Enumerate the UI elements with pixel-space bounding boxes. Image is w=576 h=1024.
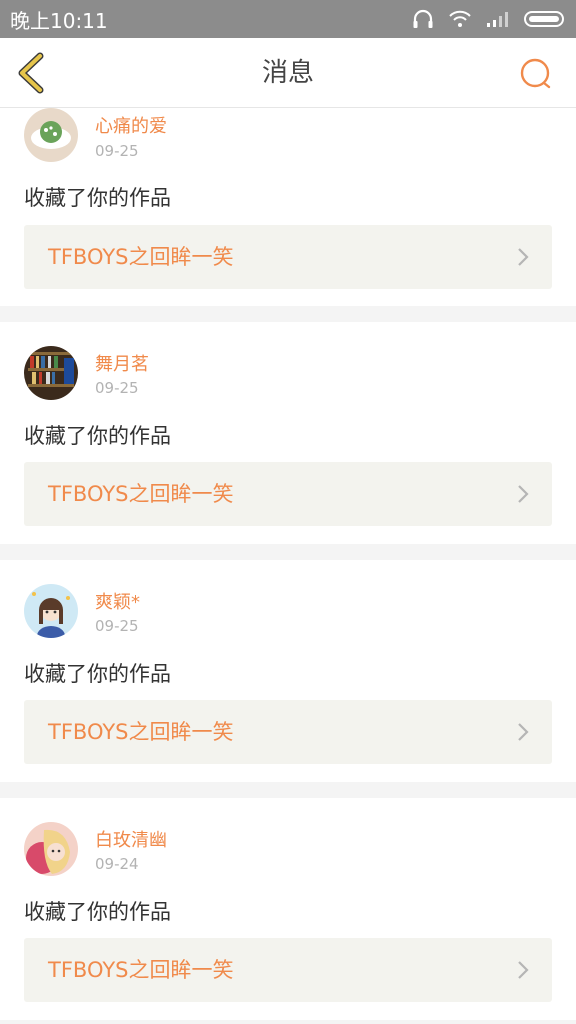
user-name[interactable]: 爽颖* [95, 588, 140, 614]
battery-icon [524, 11, 564, 27]
page-title: 消息 [261, 58, 314, 88]
user-name[interactable]: 心痛的爱 [95, 112, 167, 138]
wifi-icon [448, 10, 472, 28]
action-text: 收藏了你的作品 [24, 186, 171, 210]
avatar[interactable] [24, 346, 78, 400]
user-name[interactable]: 舞月茗 [95, 350, 149, 376]
signal-icon [486, 10, 510, 28]
list-item: 爽颖* 09-25 收藏了你的作品 TFBOYS之回眸一笑 [0, 560, 576, 782]
date: 09-24 [95, 855, 139, 873]
chevron-right-icon [518, 723, 529, 741]
avatar[interactable] [24, 108, 78, 162]
notification-list: 心痛的爱 09-25 收藏了你的作品 TFBOYS之回眸一笑 舞月茗 09-25… [0, 108, 576, 1024]
action-text: 收藏了你的作品 [24, 662, 171, 686]
work-title: TFBOYS之回眸一笑 [48, 245, 234, 269]
search-button[interactable] [518, 56, 554, 92]
action-text: 收藏了你的作品 [24, 424, 171, 448]
list-item: 白玫清幽 09-24 收藏了你的作品 TFBOYS之回眸一笑 [0, 798, 576, 1020]
status-icons [412, 9, 564, 29]
date: 09-25 [95, 617, 139, 635]
work-link[interactable]: TFBOYS之回眸一笑 [24, 462, 552, 526]
work-title: TFBOYS之回眸一笑 [48, 482, 234, 506]
avatar[interactable] [24, 584, 78, 638]
chevron-right-icon [518, 961, 529, 979]
list-item: 舞月茗 09-25 收藏了你的作品 TFBOYS之回眸一笑 [0, 322, 576, 544]
avatar[interactable] [24, 822, 78, 876]
status-bar: 晚上10:11 [0, 0, 576, 38]
work-link[interactable]: TFBOYS之回眸一笑 [24, 225, 552, 289]
work-title: TFBOYS之回眸一笑 [48, 720, 234, 744]
work-link[interactable]: TFBOYS之回眸一笑 [24, 938, 552, 1002]
user-name[interactable]: 白玫清幽 [95, 826, 167, 852]
work-link[interactable]: TFBOYS之回眸一笑 [24, 700, 552, 764]
work-title: TFBOYS之回眸一笑 [48, 958, 234, 982]
chevron-right-icon [518, 485, 529, 503]
search-icon [520, 58, 551, 89]
date: 09-25 [95, 379, 139, 397]
list-item: 心痛的爱 09-25 收藏了你的作品 TFBOYS之回眸一笑 [0, 108, 576, 306]
chevron-right-icon [518, 248, 529, 266]
date: 09-25 [95, 142, 139, 160]
status-time: 晚上10:11 [10, 8, 108, 33]
headphones-icon [412, 9, 434, 29]
header: 消息 [0, 38, 576, 108]
action-text: 收藏了你的作品 [24, 900, 171, 924]
